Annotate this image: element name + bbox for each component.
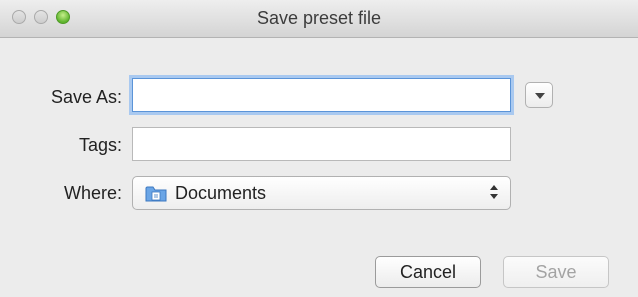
updown-arrows-icon: [490, 184, 498, 202]
tags-label: Tags:: [78, 135, 122, 155]
where-selected-value: Documents: [175, 183, 267, 203]
save-dialog: Save preset file Save As: Tags: Where: D…: [0, 0, 638, 297]
save-button[interactable]: Save: [503, 256, 609, 288]
save-as-label: Save As:: [50, 87, 122, 107]
tags-input[interactable]: [132, 127, 511, 161]
where-label: Where:: [63, 183, 122, 203]
cancel-button[interactable]: Cancel: [375, 256, 481, 288]
title-bar: Save preset file: [0, 0, 638, 38]
documents-folder-icon: [145, 186, 167, 202]
chevron-down-icon: [535, 93, 545, 99]
window-title: Save preset file: [256, 8, 382, 28]
save-as-input[interactable]: [132, 78, 511, 112]
expand-dialog-button[interactable]: [525, 82, 553, 108]
where-location-popup[interactable]: Documents: [132, 176, 511, 210]
